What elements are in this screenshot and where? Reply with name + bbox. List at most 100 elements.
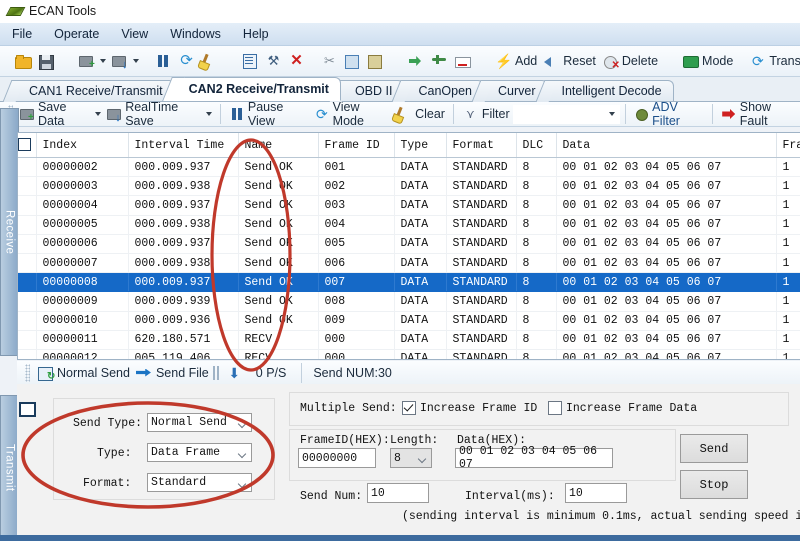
wrench-button[interactable] [428,48,451,74]
scissors-button[interactable]: ✂ [318,48,341,74]
table-row[interactable]: 00000012005.119.406RECV000DATASTANDARD80… [18,349,800,360]
new-doc-button[interactable] [239,48,262,74]
filter-button[interactable]: ⋎ Filter [459,101,513,127]
row-select-cell[interactable] [18,330,36,349]
send-button[interactable]: Send [680,434,748,463]
select-all-cell[interactable] [18,133,36,158]
table-row[interactable]: 00000006000.009.937Send OK005DATASTANDAR… [18,234,800,253]
send-num-input[interactable]: 10 [367,483,429,503]
menu-item-windows[interactable]: Windows [170,27,221,41]
col-interval[interactable]: Interval Time [128,133,238,158]
col-data[interactable]: Data [556,133,776,158]
chevron-down-icon[interactable] [133,59,139,63]
row-select-cell[interactable] [18,311,36,330]
table-row[interactable]: 00000007000.009.938Send OK006DATASTANDAR… [18,253,800,272]
tab-can1-receive-transmit[interactable]: CAN1 Receive/Transmit [14,80,175,101]
select-all-checkbox[interactable] [18,138,31,151]
filter-combo[interactable] [513,105,620,124]
save-data-button[interactable]: + Save Data [17,101,104,127]
save-file-button[interactable] [35,48,58,74]
chevron-down-icon[interactable] [100,59,106,63]
down-arrow-button[interactable]: ⬇ [223,360,246,386]
pause-button[interactable] [152,48,175,74]
table-row[interactable]: 00000011620.180.571RECV000DATASTANDARD80… [18,330,800,349]
normal-send-button[interactable]: ↻ Normal Send [34,360,133,386]
chevron-down-icon[interactable] [95,112,101,116]
row-select-cell[interactable] [18,177,36,196]
col-frame-id[interactable]: Frame ID [318,133,394,158]
remove-button[interactable]: ✕ [285,48,308,74]
row-select-cell[interactable] [18,234,36,253]
transmit-select-checkbox[interactable] [19,402,36,417]
toolbar-grip[interactable] [25,364,30,382]
col-type[interactable]: Type [394,133,446,158]
delete-icon [602,53,619,69]
adv-filter-button[interactable]: ADV Filter [631,101,708,127]
show-fault-button[interactable]: Show Fault [718,101,800,127]
box-button[interactable] [364,48,387,74]
wrench-icon [431,53,448,69]
view-mode-button[interactable]: ⟳ View Mode [311,101,392,127]
table-row[interactable]: 00000009000.009.939Send OK008DATASTANDAR… [18,292,800,311]
menu-item-operate[interactable]: Operate [54,27,99,41]
chevron-down-icon[interactable] [609,112,615,116]
col-format[interactable]: Format [446,133,516,158]
data-input[interactable]: 00 01 02 03 04 05 06 07 [455,448,613,468]
col-dlc[interactable]: DLC [516,133,556,158]
chevron-down-icon[interactable] [206,112,212,116]
stop-device-button[interactable]: ↓ [109,48,142,74]
tab-can2-receive-transmit[interactable]: CAN2 Receive/Transmit [174,77,341,101]
clear-button[interactable] [198,48,221,74]
menu-item-view[interactable]: View [121,27,148,41]
green-arrow-button[interactable] [405,48,428,74]
row-select-cell[interactable] [18,215,36,234]
table-row[interactable]: 00000003000.009.938Send OK002DATASTANDAR… [18,177,800,196]
add-button[interactable]: ⚡ Add [492,48,540,74]
row-select-cell[interactable] [18,292,36,311]
clear-view-button[interactable]: Clear [392,101,448,127]
menu-item-file[interactable]: File [12,27,32,41]
increase-frame-data-checkbox[interactable] [548,401,562,415]
table-row[interactable]: 00000002000.009.937Send OK001DATASTANDAR… [18,158,800,177]
mode-button[interactable]: Mode [679,48,736,74]
pause-view-button[interactable]: Pause View [226,101,311,127]
transfer-button[interactable]: ⟳ Transf [746,48,800,74]
delete-button[interactable]: Delete [599,48,661,74]
tab-intelligent-decode[interactable]: Intelligent Decode [547,80,674,101]
frame-type-select[interactable]: Data Frame [147,443,252,462]
interval-input[interactable]: 10 [565,483,627,503]
increase-frame-id-checkbox[interactable] [402,401,416,415]
col-name[interactable]: Name [238,133,318,158]
row-select-cell[interactable] [18,253,36,272]
realtime-save-button[interactable]: ↓ RealTime Save [104,101,216,127]
row-select-cell[interactable] [18,349,36,360]
tools-button[interactable]: ⚒ [262,48,285,74]
table-row[interactable]: 00000004000.009.937Send OK003DATASTANDAR… [18,196,800,215]
cell-frame-id: 007 [318,273,394,292]
send-type-select[interactable]: Normal Send [147,413,252,432]
stop-button[interactable]: Stop [680,470,748,499]
playlist-button[interactable] [341,48,364,74]
frame-format-select[interactable]: Standard [147,473,252,492]
row-select-cell[interactable] [18,158,36,177]
frameid-input[interactable]: 00000000 [298,448,376,468]
send-file-button[interactable]: Send File [133,360,212,386]
menu-item-help[interactable]: Help [243,27,269,41]
start-device-button[interactable]: + [76,48,109,74]
row-select-cell[interactable] [18,273,36,292]
reset-button[interactable]: Reset [540,48,599,74]
toolbar-separator [712,104,713,124]
table-row[interactable]: 00000008000.009.937Send OK007DATASTANDAR… [18,273,800,292]
length-select[interactable]: 8 [390,448,432,468]
table-row[interactable]: 00000005000.009.938Send OK004DATASTANDAR… [18,215,800,234]
open-file-button[interactable] [12,48,35,74]
toolbar-separator [217,366,219,380]
row-select-cell[interactable] [18,196,36,215]
refresh-button[interactable]: ⟳ [175,48,198,74]
table-row[interactable]: 00000010000.009.936Send OK009DATASTANDAR… [18,311,800,330]
receive-grid[interactable]: Index Interval Time Name Frame ID Type F… [17,132,800,360]
mini-window-button[interactable] [451,48,474,74]
cell-dlc: 8 [516,177,556,196]
col-frame[interactable]: Frame ... [776,133,800,158]
col-index[interactable]: Index [36,133,128,158]
